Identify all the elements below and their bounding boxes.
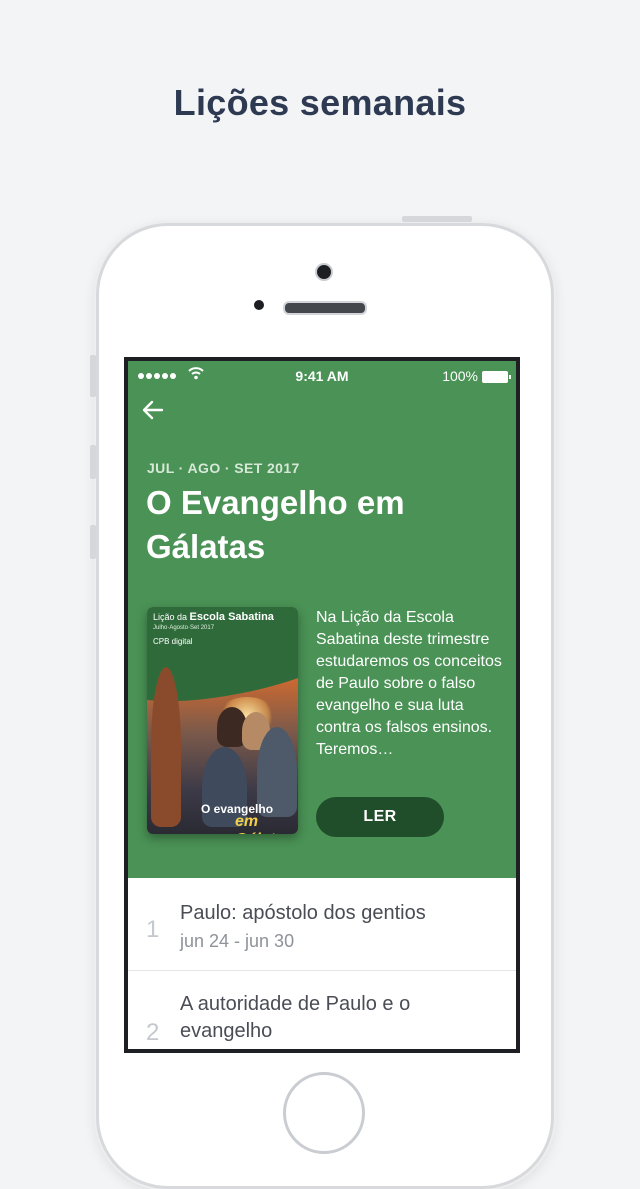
lesson-cover-image[interactable]: Lição da Escola Sabatina Julho·Agosto·Se… — [147, 607, 298, 834]
list-item[interactable]: 1 Paulo: apóstolo dos gentios jun 24 - j… — [128, 878, 516, 971]
page-headline: Lições semanais — [173, 82, 467, 123]
app-view: 9:41 AM 100% JUL · AGO · SET 2017 O Evan… — [128, 361, 516, 1049]
earpiece-speaker — [283, 301, 367, 315]
mute-switch — [90, 355, 96, 397]
front-camera — [315, 263, 333, 281]
list-item[interactable]: 2 A autoridade de Paulo e o evangelho — [128, 971, 516, 1049]
lessons-list: 1 Paulo: apóstolo dos gentios jun 24 - j… — [128, 878, 516, 1049]
cover-series-label: Lição da Escola Sabatina — [153, 611, 274, 623]
lesson-number: 2 — [146, 1019, 160, 1046]
lesson-item-title: A autoridade de Paulo e o evangelho — [180, 993, 411, 1042]
status-bar: 9:41 AM 100% — [128, 366, 516, 388]
cover-date: Julho·Agosto·Set 2017 — [153, 625, 215, 631]
read-button[interactable]: LER — [316, 797, 444, 837]
phone-screen: 9:41 AM 100% JUL · AGO · SET 2017 O Evan… — [124, 357, 520, 1053]
quarter-label: JUL · AGO · SET 2017 — [147, 460, 300, 476]
proximity-sensor — [254, 300, 264, 310]
cover-title-line2: em Gálatas — [235, 813, 293, 834]
lesson-description: Na Lição da Escola Sabatina deste trimes… — [316, 609, 502, 758]
battery-percent: 100% — [442, 368, 478, 384]
volume-down-button — [90, 525, 96, 559]
battery-icon — [482, 371, 511, 383]
back-arrow-icon[interactable] — [142, 397, 164, 427]
home-button[interactable] — [283, 1072, 365, 1154]
lesson-item-title: Paulo: apóstolo dos gentios — [180, 902, 426, 924]
lesson-item-dates: jun 24 - jun 30 — [180, 931, 295, 951]
lesson-number: 1 — [146, 916, 160, 943]
lesson-title: O Evangelho em Gálatas — [146, 484, 405, 565]
volume-up-button — [90, 445, 96, 479]
cover-brand-logo: CPB digital — [153, 637, 193, 646]
lesson-hero: 9:41 AM 100% JUL · AGO · SET 2017 O Evan… — [128, 361, 516, 878]
power-button — [402, 216, 472, 222]
